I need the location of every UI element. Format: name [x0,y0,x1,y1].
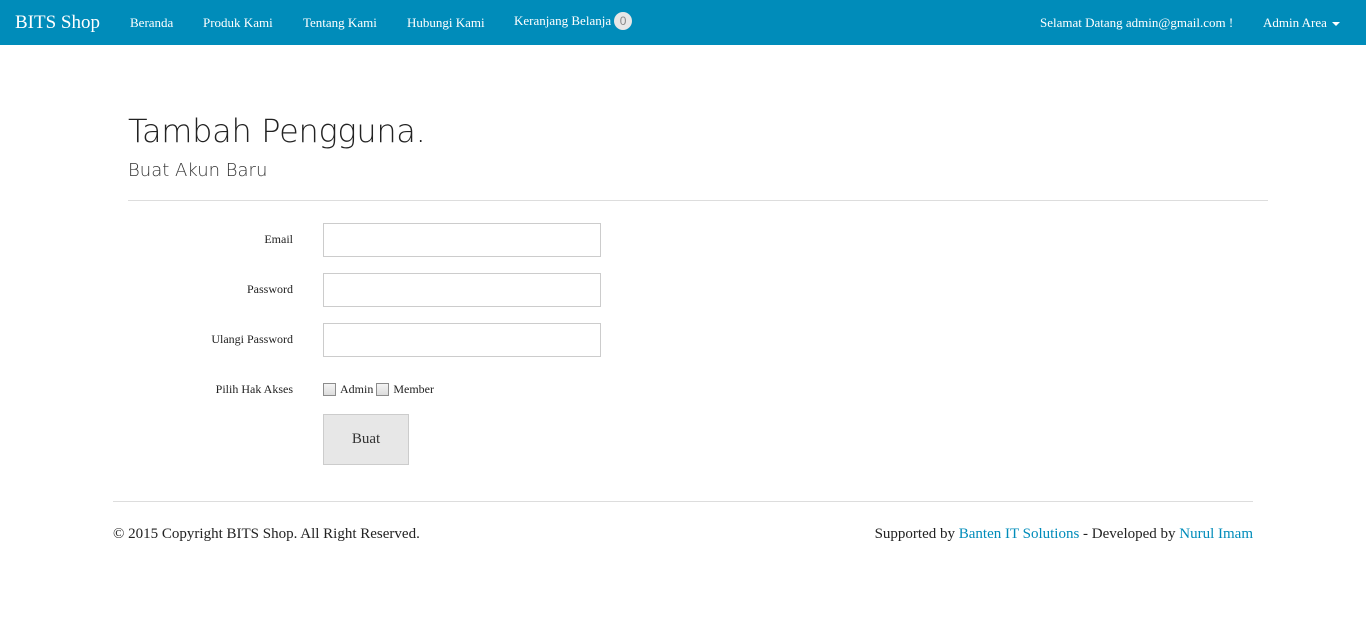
welcome-text: Selamat Datang admin@gmail.com ! [1040,15,1234,30]
page-title: Tambah Pengguna. [128,112,426,150]
caret-down-icon [1331,22,1340,27]
brand-link[interactable]: BITS Shop [15,12,100,34]
access-option-admin[interactable]: Admin [323,381,373,397]
password-input[interactable] [323,273,601,307]
access-label: Pilih Hak Akses [215,382,293,396]
create-button[interactable]: Buat [323,414,409,465]
member-checkbox[interactable] [376,382,390,396]
email-input[interactable] [323,223,601,257]
access-option-member[interactable]: Member [376,381,434,397]
developer-link[interactable]: Nurul Imam [1179,526,1253,542]
nav-item-hubungi-kami[interactable]: Hubungi Kami [407,15,485,31]
nav-item-tentang-kami[interactable]: Tentang Kami [303,15,377,31]
nav-item-keranjang-belanja[interactable]: Keranjang Belanja 0 [514,12,633,31]
repeat-password-label: Ulangi Password [211,332,293,346]
banten-it-solutions-link[interactable]: Banten IT Solutions [959,526,1080,542]
page-subtitle: Buat Akun Baru [128,160,268,181]
email-label: Email [264,232,293,246]
repeat-password-input[interactable] [323,323,601,357]
password-label: Password [246,282,293,296]
cart-count-badge: 0 [614,12,633,31]
nav-item-produk-kami[interactable]: Produk Kami [203,15,273,31]
header-divider [128,200,1268,201]
member-option-label: Member [393,382,434,396]
access-options: Admin Member [323,381,437,397]
footer-credits: Supported by Banten IT Solutions - Devel… [875,525,1253,543]
admin-area-label: Admin Area [1263,15,1327,30]
cart-label: Keranjang Belanja [514,13,612,28]
top-navbar: BITS Shop Beranda Produk Kami Tentang Ka… [0,0,1366,45]
supported-by-text: Supported by [874,526,959,542]
admin-option-label: Admin [340,382,374,396]
nav-item-beranda[interactable]: Beranda [130,15,173,31]
footer-divider [113,501,1253,502]
admin-area-dropdown[interactable]: Admin Area [1263,15,1340,31]
admin-checkbox[interactable] [323,382,336,396]
developed-by-text: - Developed by [1079,526,1180,542]
footer-copyright: © 2015 Copyright BITS Shop. All Right Re… [113,526,420,542]
